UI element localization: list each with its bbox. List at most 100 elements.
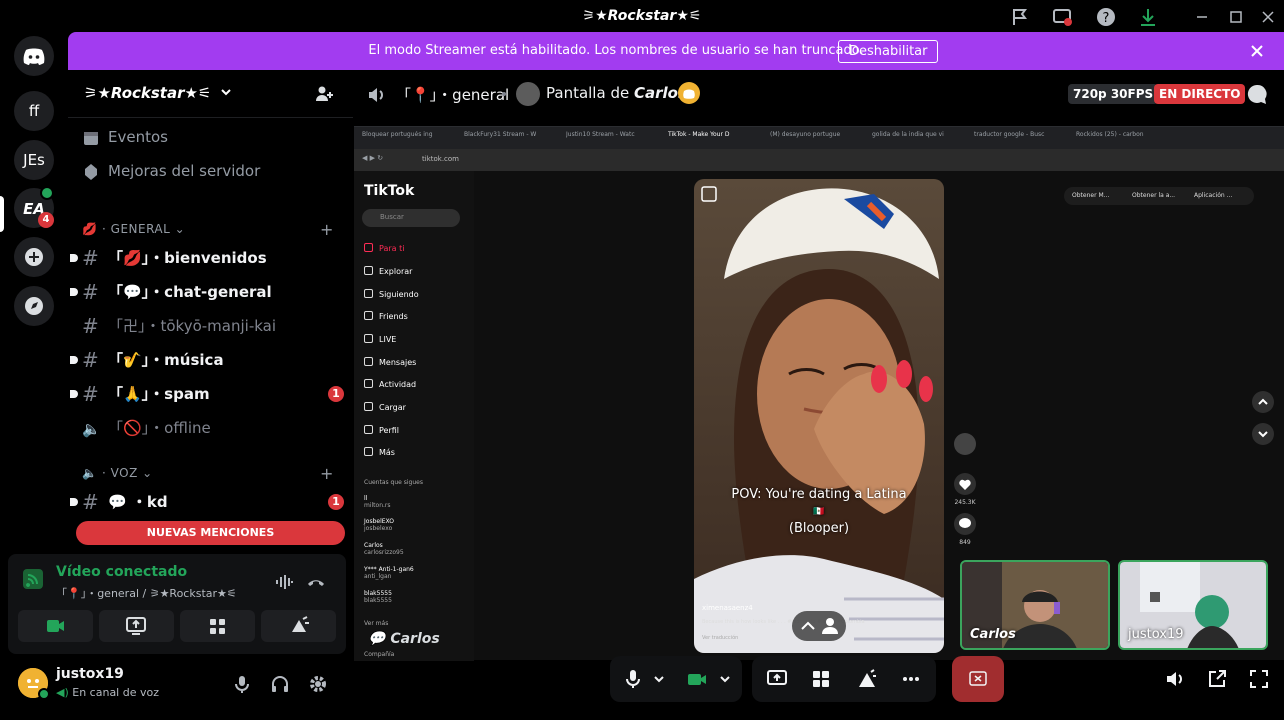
avatar[interactable] [18, 668, 50, 700]
tt-nav-item[interactable]: Más [364, 447, 395, 457]
leave-call-button[interactable] [952, 656, 1004, 702]
more-options-icon[interactable] [900, 668, 922, 690]
soundboard-icon[interactable] [274, 572, 294, 592]
fullscreen-icon[interactable] [1248, 668, 1270, 690]
channel-tokyo-manji-kai[interactable]: # 「卍」・tōkyō-manji-kai [82, 310, 344, 342]
add-member-icon[interactable] [314, 84, 334, 104]
stream-view[interactable]: Bloquear portugués ing BlackFury31 Strea… [354, 126, 1284, 661]
chevron-up-icon[interactable] [1252, 391, 1274, 413]
channel-offline[interactable]: 🔈 「🚫」・offline [82, 412, 344, 444]
tt-nav-item[interactable]: Perfil [364, 425, 399, 435]
separator-dot [502, 92, 506, 96]
volume-icon[interactable] [1164, 668, 1186, 690]
close-window-icon[interactable] [1258, 7, 1278, 27]
add-server-icon[interactable] [14, 237, 54, 277]
tt-nav-item[interactable]: Friends [364, 311, 408, 321]
channel-chat-general[interactable]: # 「💬」・chat-general [70, 276, 344, 308]
tt-nav-item[interactable]: Para ti [364, 243, 404, 253]
guild-ea[interactable]: EA 4 [14, 186, 54, 228]
download-icon[interactable] [1138, 7, 1158, 27]
creator-avatar[interactable] [954, 433, 976, 455]
help-icon[interactable]: ? [1096, 7, 1116, 27]
settings-gear-icon[interactable] [308, 674, 328, 694]
chevron-down-icon[interactable] [1252, 423, 1274, 445]
voice-status[interactable]: Vídeo conectado [56, 564, 187, 580]
share-screen-button[interactable] [99, 610, 174, 642]
soundboard-button[interactable] [261, 610, 336, 642]
username[interactable]: justox19 [56, 666, 124, 682]
voice-location[interactable]: 「📍」・general / ⚞★Rockstar★⚟ [56, 585, 237, 601]
browser-tab[interactable]: Bloquear portugués ing [362, 131, 456, 145]
inbox-flag-icon[interactable] [1010, 7, 1030, 27]
stream-participants-toggle[interactable] [792, 611, 846, 641]
browser-tab[interactable]: traductor google - Busc [974, 131, 1068, 145]
discover-icon[interactable] [14, 286, 54, 326]
browser-tab[interactable]: Justin10 Stream - Watc [566, 131, 660, 145]
signal-icon [22, 568, 44, 590]
microphone-icon[interactable] [622, 668, 644, 690]
browser-tab-active[interactable]: TikTok - Make Your D [668, 131, 762, 145]
browser-tab[interactable]: BlackFury31 Stream - W [464, 131, 558, 145]
guild-jes[interactable]: JEs [14, 140, 54, 180]
tt-nav-item[interactable]: Explorar [364, 266, 412, 276]
video-translate-link[interactable]: Ver traducción [702, 635, 738, 641]
tiktok-search[interactable]: Buscar [362, 209, 460, 227]
disable-streamer-button[interactable]: Deshabilitar [838, 40, 939, 63]
browser-tab[interactable]: (M) desayuno portugue [770, 131, 864, 145]
channel-spam[interactable]: # 「🙏」・spam 1 [70, 378, 344, 410]
company-link[interactable]: Compañía [364, 651, 394, 658]
tt-nav-item[interactable]: Cargar [364, 402, 406, 412]
flag-emoji: 🇲🇽 [813, 507, 825, 517]
user-panel: justox19 ◀) En canal de voz [8, 660, 346, 712]
browser-tab[interactable]: golida de la india que vi [872, 131, 966, 145]
share-screen-icon[interactable] [766, 668, 788, 690]
tt-nav-item[interactable]: LIVE [364, 334, 396, 344]
activities-button[interactable] [180, 610, 255, 642]
browser-tab[interactable]: Rockidos (25) - carbon [1076, 131, 1170, 145]
pop-out-icon[interactable] [1206, 668, 1228, 690]
headphones-icon[interactable] [270, 674, 290, 694]
minimize-icon[interactable] [1192, 7, 1212, 27]
screen-share-icon[interactable] [1052, 7, 1072, 27]
following-account[interactable]: blak5555 blak5555 [364, 590, 392, 604]
disconnect-icon[interactable] [306, 572, 326, 592]
new-mentions-button[interactable]: NUEVAS MENCIONES [76, 521, 345, 545]
discord-home-icon[interactable] [14, 36, 54, 76]
camera-icon[interactable] [686, 668, 708, 690]
following-account[interactable]: ll milton.rs [364, 495, 391, 509]
channel-name[interactable]: 「📍」・general [396, 84, 509, 105]
see-more-link[interactable]: Ver más [364, 620, 388, 627]
get-app-button[interactable]: Obtener la a... [1132, 192, 1175, 199]
comment-icon[interactable] [954, 513, 976, 535]
desktop-app-button[interactable]: Aplicación ... [1194, 192, 1232, 199]
tt-nav-item[interactable]: Mensajes [364, 357, 416, 367]
get-coins-button[interactable]: Obtener M... [1072, 192, 1109, 199]
tt-nav-item[interactable]: Actividad [364, 379, 416, 389]
server-header[interactable]: ⚞★Rockstar★⚟ [68, 70, 353, 118]
heart-icon[interactable] [954, 473, 976, 495]
mic-options-chevron-icon[interactable] [652, 668, 666, 690]
maximize-icon[interactable] [1226, 7, 1246, 27]
chat-bubble-icon[interactable] [1246, 83, 1268, 105]
camera-tile-carlos[interactable]: Carlos [960, 560, 1110, 650]
tiktok-video[interactable]: ximenasaenz4 Because this is how looks l… [694, 179, 944, 653]
channel-musica[interactable]: # 「🎷」・música [70, 344, 344, 376]
following-account[interactable]: JosbelEXO josbelexo [364, 518, 394, 532]
soundboard-icon[interactable] [856, 668, 878, 690]
channel-bienvenidos[interactable]: # 「💋」・bienvenidos [70, 242, 344, 274]
close-banner-icon[interactable] [1248, 42, 1266, 60]
following-account[interactable]: Carlos carlosrizzo95 [364, 542, 404, 556]
add-channel-general-icon[interactable]: + [320, 220, 333, 239]
camera-tile-justox19[interactable]: justox19 [1118, 560, 1268, 650]
browser-address-bar[interactable]: ◀ ▶ ↻ tiktok.com [354, 149, 1284, 171]
channel-kd[interactable]: # 💬 ・kd 1 [70, 486, 344, 518]
video-author[interactable]: ximenasaenz4 [702, 604, 753, 612]
activities-icon[interactable] [810, 668, 832, 690]
following-account[interactable]: Y*** Anti-1-gan6 anti_lgan [364, 566, 414, 580]
video-button[interactable] [18, 610, 93, 642]
microphone-icon[interactable] [232, 674, 252, 694]
guild-ff[interactable]: ff [14, 91, 54, 131]
add-channel-voz-icon[interactable]: + [320, 464, 333, 483]
tt-nav-item[interactable]: Siguiendo [364, 289, 419, 299]
camera-options-chevron-icon[interactable] [718, 668, 732, 690]
